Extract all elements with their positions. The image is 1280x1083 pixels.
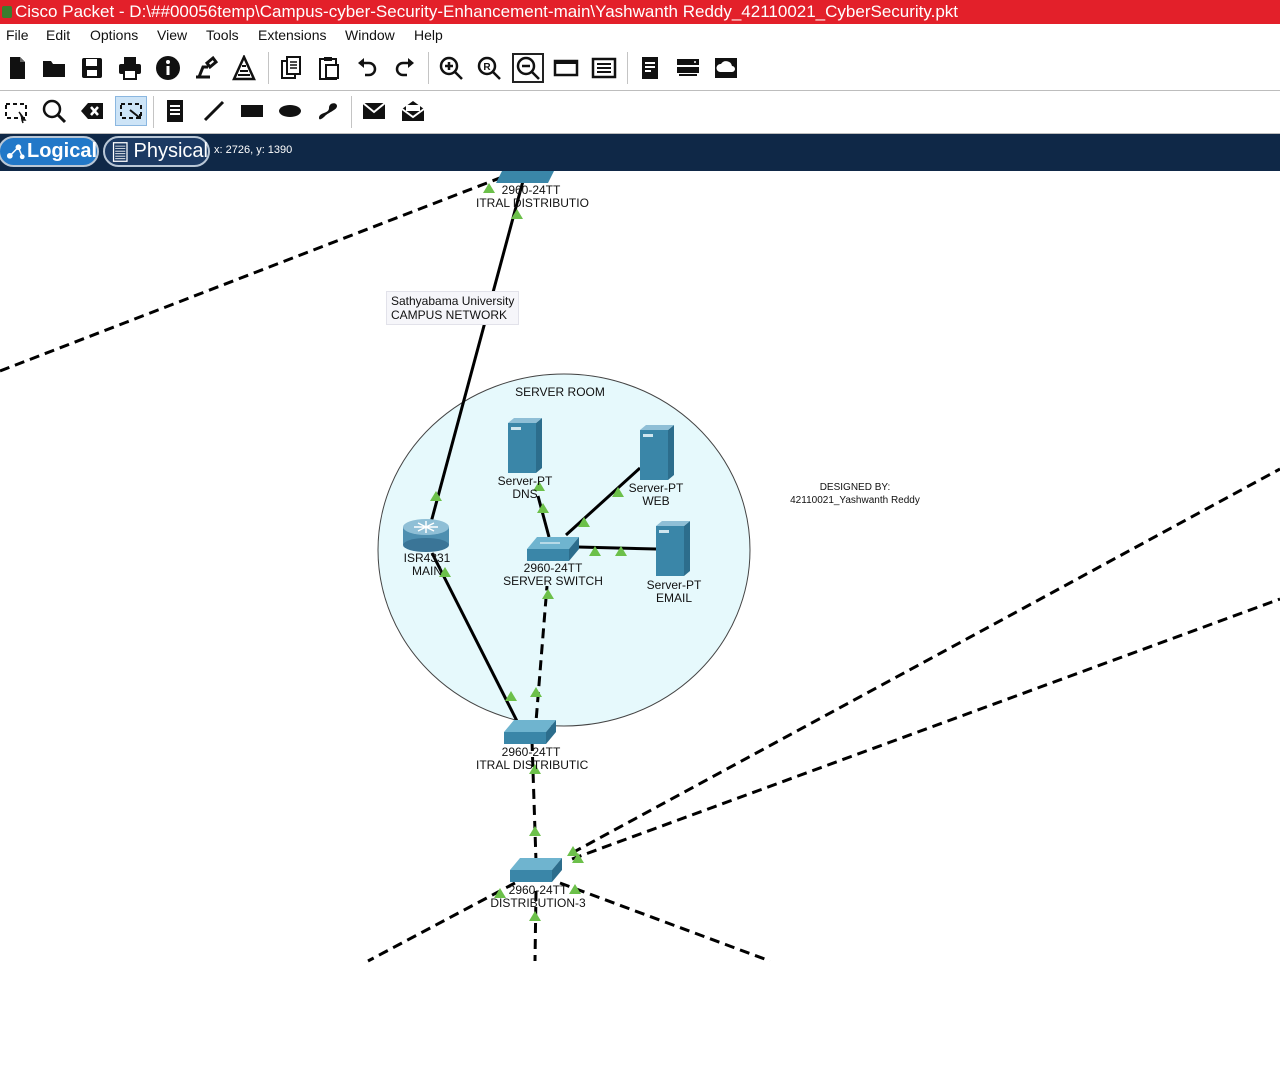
distribution-3-name: DISTRIBUTION-3 xyxy=(490,896,586,910)
window-title: Cisco Packet - D:\##00056temp\Campus-cyb… xyxy=(15,2,959,21)
select-icon[interactable] xyxy=(2,97,30,125)
menu-edit[interactable]: Edit xyxy=(46,27,70,43)
designed-by-author: 42110021_Yashwanth Reddy xyxy=(790,495,920,506)
place-note-icon[interactable] xyxy=(161,97,189,125)
paste-icon[interactable] xyxy=(315,54,343,82)
pdu-list-icon[interactable] xyxy=(636,54,664,82)
menu-view[interactable]: View xyxy=(157,27,187,43)
undo-icon[interactable] xyxy=(353,54,381,82)
top-distribution-switch-icon[interactable] xyxy=(496,171,554,183)
cloud-icon[interactable] xyxy=(712,54,740,82)
new-file-icon[interactable] xyxy=(3,54,31,82)
menu-help[interactable]: Help xyxy=(414,27,443,43)
redo-icon[interactable] xyxy=(391,54,419,82)
physical-workspace-icon xyxy=(112,141,128,162)
designed-by-heading: DESIGNED BY: xyxy=(819,482,891,493)
toolbar-separator xyxy=(351,96,352,128)
central-switch-label: 2960-24TT ITRAL DISTRIBUTIC xyxy=(476,746,589,772)
menu-tools[interactable]: Tools xyxy=(206,27,239,43)
workspace-bar: Logical Physical x: 2726, y: 1390 xyxy=(0,134,1280,171)
router-label: ISR4331 MAIN xyxy=(387,552,467,578)
svg-text:R: R xyxy=(483,62,491,73)
freeform-icon[interactable] xyxy=(314,97,342,125)
top-switch-label: 2960-24TT ITRAL DISTRIBUTIO xyxy=(476,184,589,210)
save-icon[interactable] xyxy=(78,54,106,82)
server-switch-label: 2960-24TT SERVER SWITCH xyxy=(498,562,608,588)
menu-extensions[interactable]: Extensions xyxy=(258,27,326,43)
print-icon[interactable] xyxy=(116,54,144,82)
network-info-icon[interactable] xyxy=(230,54,258,82)
toolbar-separator xyxy=(153,96,154,128)
link-email-to-server-switch[interactable] xyxy=(577,545,657,551)
router-name: MAIN xyxy=(412,564,442,578)
open-folder-icon[interactable] xyxy=(40,54,68,82)
campus-network-label[interactable]: Sathyabama University CAMPUS NETWORK xyxy=(386,291,520,325)
logical-workspace-icon xyxy=(6,143,25,159)
title-bar: Cisco Packet - D:\##00056temp\Campus-cyb… xyxy=(0,0,1280,24)
resize-shape-icon[interactable] xyxy=(115,96,147,126)
draw-line-icon[interactable] xyxy=(200,97,228,125)
web-server-name: WEB xyxy=(642,494,670,508)
drawing-palette-icon[interactable] xyxy=(552,54,580,82)
toolbar-separator xyxy=(428,52,429,84)
dns-server-name: DNS xyxy=(512,487,538,501)
menu-bar: File Edit Options View Tools Extensions … xyxy=(0,24,1280,46)
inspect-icon[interactable] xyxy=(40,97,68,125)
logical-workspace-canvas[interactable]: 2960-24TT ITRAL DISTRIBUTIO Sathyabama U… xyxy=(0,171,1280,1083)
dns-server-icon[interactable] xyxy=(508,418,542,473)
delete-icon[interactable] xyxy=(78,97,106,125)
campus-label-line1: Sathyabama University xyxy=(391,294,515,308)
menu-window[interactable]: Window xyxy=(345,27,395,43)
central-switch-name: ITRAL DISTRIBUTIC xyxy=(476,758,589,772)
zoom-reset-icon[interactable]: R xyxy=(475,54,503,82)
web-server-label: Server-PT WEB xyxy=(616,482,696,508)
app-icon xyxy=(2,6,12,18)
designed-by-note[interactable]: DESIGNED BY: 42110021_Yashwanth Reddy xyxy=(780,481,930,507)
zoom-out-icon[interactable] xyxy=(512,53,544,83)
custom-devices-icon[interactable] xyxy=(590,54,618,82)
menu-options[interactable]: Options xyxy=(90,27,138,43)
main-toolbar: R xyxy=(0,46,1280,91)
menu-file[interactable]: File xyxy=(6,27,29,43)
server-room-title: SERVER ROOM xyxy=(515,385,605,399)
email-server-icon[interactable] xyxy=(656,521,690,576)
link-top-left[interactable] xyxy=(0,174,506,373)
tab-logical[interactable]: Logical xyxy=(0,136,99,167)
draw-rectangle-icon[interactable] xyxy=(238,97,266,125)
distribution-3-switch-icon[interactable] xyxy=(510,858,562,882)
cursor-coordinates: x: 2726, y: 1390 xyxy=(214,144,293,156)
distribution-3-label: 2960-24TT DISTRIBUTION-3 xyxy=(483,884,593,910)
toolbar-separator xyxy=(627,52,628,84)
add-complex-pdu-icon[interactable] xyxy=(399,97,427,125)
campus-label-line2: CAMPUS NETWORK xyxy=(391,308,508,322)
email-server-label: Server-PT EMAIL xyxy=(634,579,714,605)
server-switch-name: SERVER SWITCH xyxy=(503,574,603,588)
info-icon[interactable] xyxy=(154,54,182,82)
add-simple-pdu-icon[interactable] xyxy=(360,97,388,125)
tab-physical-label: Physical xyxy=(133,140,208,162)
web-server-icon[interactable] xyxy=(640,425,674,480)
device-template-icon[interactable] xyxy=(674,54,702,82)
activity-wizard-icon[interactable] xyxy=(192,54,220,82)
dns-server-label: Server-PT DNS xyxy=(485,475,565,501)
toolbar-separator xyxy=(268,52,269,84)
central-distribution-switch-icon[interactable] xyxy=(504,720,556,744)
email-server-name: EMAIL xyxy=(655,591,692,605)
zoom-in-icon[interactable] xyxy=(437,54,465,82)
draw-ellipse-icon[interactable] xyxy=(276,97,304,125)
topology-drawing xyxy=(0,171,1280,963)
server-switch-icon[interactable] xyxy=(527,537,579,561)
top-switch-name: ITRAL DISTRIBUTIO xyxy=(476,196,589,210)
router-icon[interactable] xyxy=(403,519,449,552)
tab-logical-label: Logical xyxy=(26,140,97,162)
tab-physical[interactable]: Physical xyxy=(103,136,210,167)
edit-toolbar xyxy=(0,91,1280,134)
copy-icon[interactable] xyxy=(277,54,305,82)
